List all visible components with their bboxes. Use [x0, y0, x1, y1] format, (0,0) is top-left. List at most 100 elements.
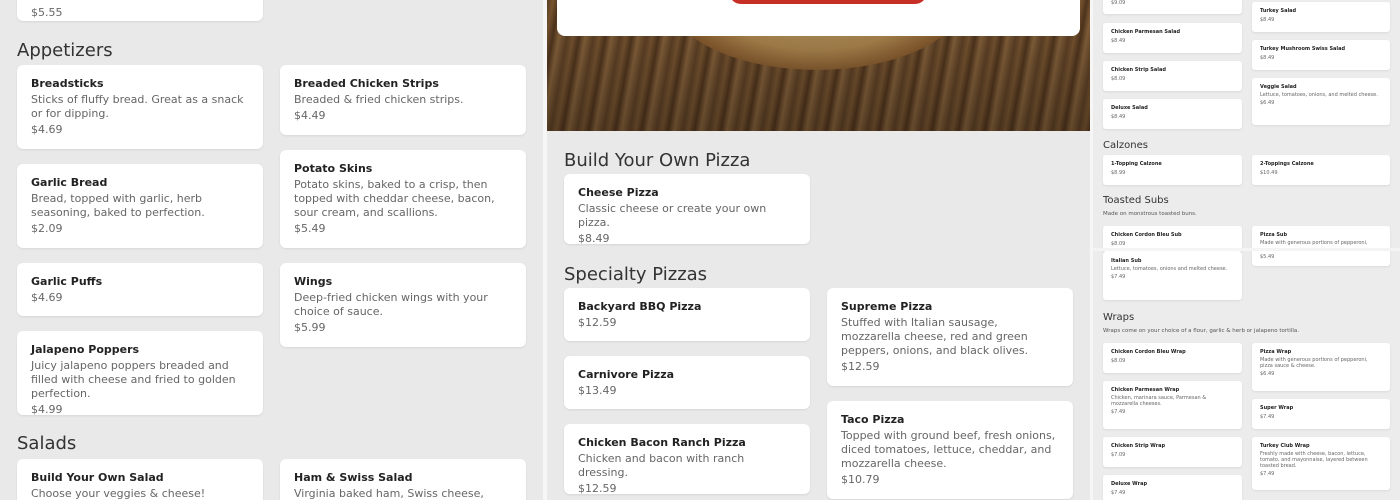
item-price: $8.09: [1111, 358, 1126, 364]
item-name: Deluxe Salad: [1111, 105, 1148, 111]
menu-item-card[interactable]: Chicken Parmesan Salad $8.49: [1103, 23, 1242, 53]
menu-item-card[interactable]: Super Wrap $7.49: [1252, 399, 1390, 429]
item-name: Pizza Sub: [1260, 232, 1288, 238]
order-button[interactable]: [729, 0, 927, 4]
menu-item-card[interactable]: Chicken Strip Wrap $7.09: [1103, 437, 1242, 467]
item-price: $5.55: [31, 6, 63, 19]
menu-panel-appetizers: $5.55 Appetizers Breadsticks Sticks of f…: [0, 0, 543, 500]
menu-item-card[interactable]: Build Your Own Salad Choose your veggies…: [17, 459, 263, 500]
menu-item-card[interactable]: Chicken Strip Salad $8.09: [1103, 61, 1242, 91]
item-price: $10.79: [841, 473, 880, 486]
item-price: $13.49: [578, 384, 617, 397]
item-description: Lettuce, tomatoes, onions, and melted ch…: [1260, 92, 1378, 98]
menu-item-card[interactable]: Veggie Salad Lettuce, tomatoes, onions, …: [1252, 78, 1390, 125]
item-name: Ham & Swiss Salad: [294, 471, 413, 484]
section-title-salads: Salads: [17, 433, 77, 454]
menu-item-card[interactable]: 2-Toppings Calzone $10.49: [1252, 155, 1390, 185]
item-description: Virginia baked ham, Swiss cheese, lettuc…: [294, 487, 484, 500]
item-name: Turkey Mushroom Swiss Salad: [1260, 46, 1346, 52]
item-name: Chicken Parmesan Salad: [1111, 29, 1181, 35]
menu-item-card[interactable]: 1-Topping Calzone $8.99: [1103, 155, 1242, 185]
item-price: $2.09: [31, 222, 63, 235]
item-description: Sticks of fluffy bread. Great as a snack…: [31, 93, 244, 120]
section-description: Wraps come on your choice of a flour, ga…: [1103, 328, 1299, 334]
item-name: Chicken Strip Wrap: [1111, 443, 1166, 449]
item-name: Supreme Pizza: [841, 300, 933, 313]
item-name: Build Your Own Salad: [31, 471, 164, 484]
item-price: $7.49: [1111, 490, 1126, 496]
item-price: $5.49: [294, 222, 326, 235]
item-description: Lettuce, tomatoes, onions and melted che…: [1111, 266, 1228, 272]
item-description: Potato skins, baked to a crisp, then top…: [294, 178, 495, 219]
hero-image: [547, 0, 1090, 131]
item-name: Carnivore Pizza: [578, 368, 675, 381]
menu-item-card[interactable]: Chicken Cordon Bleu Wrap $8.09: [1103, 343, 1242, 373]
item-name: Chicken Bacon Ranch Pizza: [578, 436, 746, 449]
item-description: Bread, topped with garlic, herb seasonin…: [31, 192, 205, 219]
section-title-wraps: Wraps: [1103, 312, 1135, 323]
item-price: $8.49: [578, 232, 610, 245]
section-title-specialty: Specialty Pizzas: [564, 264, 708, 285]
item-name: Deluxe Wrap: [1111, 481, 1148, 487]
item-price: $7.49: [1260, 414, 1275, 420]
item-price: $7.49: [1111, 274, 1126, 280]
item-price: $10.49: [1260, 170, 1278, 176]
item-price: $4.49: [294, 109, 326, 122]
item-name: Super Wrap: [1260, 405, 1294, 411]
item-price: $5.99: [294, 321, 326, 334]
menu-item-card[interactable]: $5.55: [17, 0, 263, 21]
menu-item-card[interactable]: Taco Pizza Topped with ground beef, fres…: [827, 401, 1073, 499]
menu-item-card[interactable]: Garlic Puffs $4.69: [17, 263, 263, 316]
menu-item-card[interactable]: Breadsticks Sticks of fluffy bread. Grea…: [17, 65, 263, 149]
item-description: Juicy jalapeno poppers breaded and fille…: [31, 359, 236, 400]
menu-panel-subs-wraps: $9.09 Turkey Salad $8.49 Chicken Parmesa…: [1093, 0, 1400, 500]
menu-item-card[interactable]: Pizza Sub Made with generous portions of…: [1252, 226, 1390, 266]
menu-item-card[interactable]: Carnivore Pizza $13.49: [564, 356, 810, 409]
menu-item-card[interactable]: Ham & Swiss Salad Virginia baked ham, Sw…: [280, 459, 526, 500]
item-name: Backyard BBQ Pizza: [578, 300, 702, 313]
item-price: $8.49: [1260, 55, 1275, 61]
menu-item-card[interactable]: Deluxe Salad $8.49: [1103, 99, 1242, 129]
item-name: Garlic Puffs: [31, 275, 103, 288]
item-price: $8.09: [1111, 241, 1126, 247]
menu-item-card[interactable]: Garlic Bread Bread, topped with garlic, …: [17, 164, 263, 248]
menu-item-card[interactable]: Italian Sub Lettuce, tomatoes, onions an…: [1103, 252, 1242, 300]
item-price: $12.59: [578, 316, 617, 329]
menu-item-card[interactable]: Cheese Pizza Classic cheese or create yo…: [564, 174, 810, 245]
item-name: Potato Skins: [294, 162, 373, 175]
menu-item-card[interactable]: Pizza Wrap Made with generous portions o…: [1252, 343, 1390, 391]
item-name: Veggie Salad: [1260, 84, 1297, 90]
item-name: 2-Toppings Calzone: [1260, 161, 1314, 167]
menu-item-card[interactable]: Potato Skins Potato skins, baked to a cr…: [280, 150, 526, 248]
menu-item-card[interactable]: Jalapeno Poppers Juicy jalapeno poppers …: [17, 331, 263, 416]
menu-item-card[interactable]: $9.09: [1103, 0, 1242, 14]
item-description: Freshly made with cheese, bacon, lettuce…: [1260, 451, 1368, 469]
item-price: $4.69: [31, 291, 63, 304]
item-price: $8.49: [1260, 17, 1275, 23]
item-description: Breaded & fried chicken strips.: [294, 93, 464, 106]
menu-item-card[interactable]: Turkey Club Wrap Freshly made with chees…: [1252, 437, 1390, 490]
item-description: Stuffed with Italian sausage, mozzarella…: [841, 316, 1029, 357]
menu-item-card[interactable]: Chicken Parmesan Wrap Chicken, marinara …: [1103, 381, 1242, 429]
item-name: Garlic Bread: [31, 176, 108, 189]
menu-item-card[interactable]: Turkey Salad $8.49: [1252, 2, 1390, 32]
item-price: $6.49: [1260, 100, 1275, 106]
item-price: $7.49: [1111, 409, 1126, 415]
item-name: Chicken Strip Salad: [1111, 67, 1166, 73]
menu-item-card[interactable]: Backyard BBQ Pizza $12.59: [564, 288, 810, 341]
section-title-calzones: Calzones: [1103, 140, 1148, 151]
item-price: $9.09: [1111, 0, 1126, 6]
item-price: $7.09: [1111, 452, 1126, 458]
item-name: 1-Topping Calzone: [1111, 161, 1162, 167]
menu-item-card[interactable]: Breaded Chicken Strips Breaded & fried c…: [280, 65, 526, 135]
menu-item-card[interactable]: Turkey Mushroom Swiss Salad $8.49: [1252, 40, 1390, 70]
item-description: Deep-fried chicken wings with your choic…: [294, 291, 488, 318]
menu-item-card[interactable]: Deluxe Wrap $7.49: [1103, 475, 1242, 500]
menu-item-card[interactable]: Supreme Pizza Stuffed with Italian sausa…: [827, 288, 1073, 386]
item-name: Breaded Chicken Strips: [294, 77, 439, 90]
menu-item-card[interactable]: Chicken Bacon Ranch Pizza Chicken and ba…: [564, 424, 810, 495]
menu-item-card[interactable]: Wings Deep-fried chicken wings with your…: [280, 263, 526, 347]
item-name: Taco Pizza: [841, 413, 905, 426]
item-price: $8.99: [1111, 170, 1126, 176]
item-description: Chicken and bacon with ranch dressing.: [578, 452, 745, 479]
